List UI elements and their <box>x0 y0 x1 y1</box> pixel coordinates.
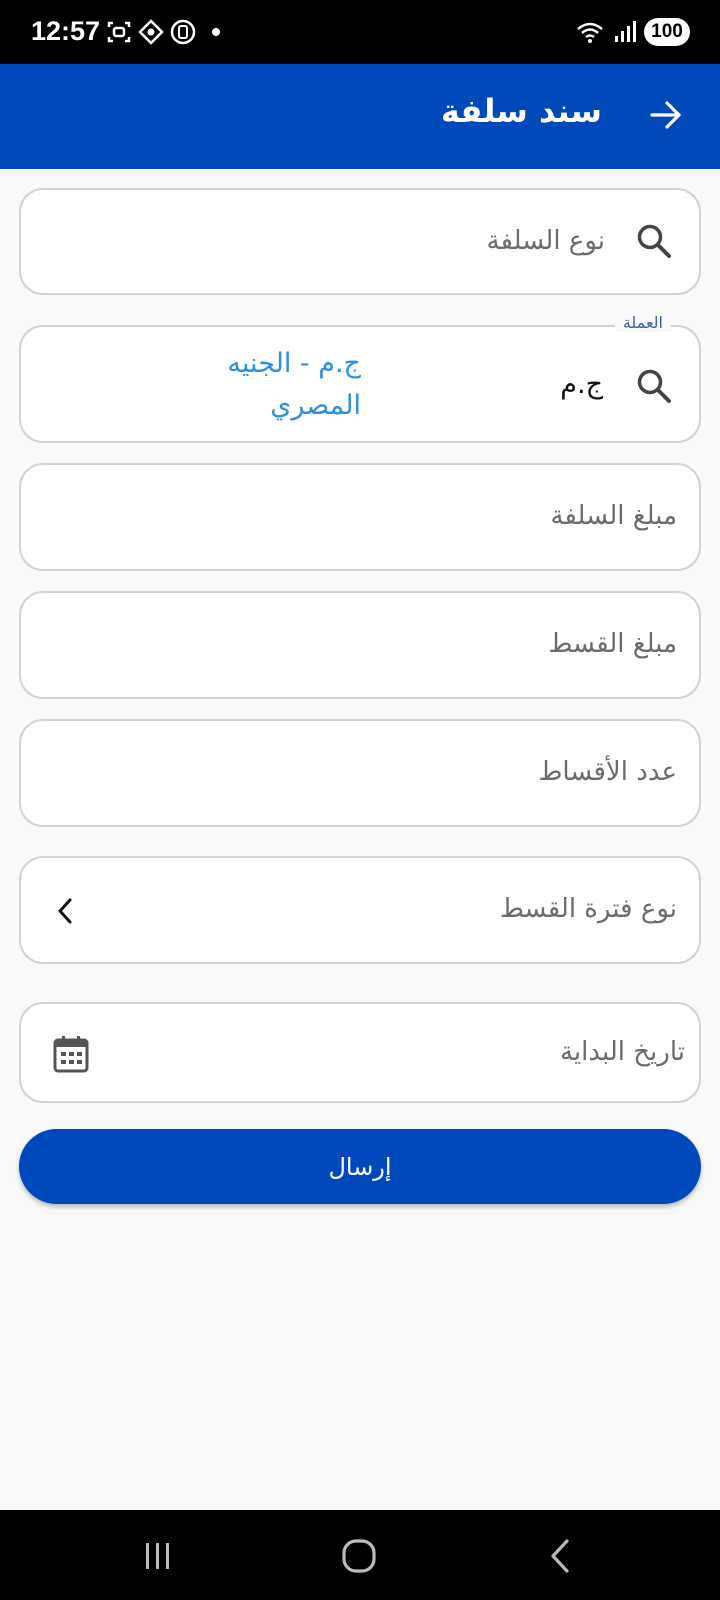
advance-amount-input[interactable]: مبلغ السلفة <box>19 463 701 571</box>
signal-icon <box>615 21 636 42</box>
currency-label: العملة <box>614 313 671 332</box>
screenshot-icon <box>107 21 131 43</box>
wifi-icon <box>577 22 603 43</box>
back-icon[interactable] <box>548 1538 572 1574</box>
advance-type-placeholder: نوع السلفة <box>486 226 606 256</box>
installment-amount-placeholder: مبلغ القسط <box>548 629 677 659</box>
battery-icon: 100 <box>644 18 690 46</box>
app-icon <box>170 19 196 45</box>
recent-apps-icon[interactable] <box>142 1540 174 1572</box>
home-icon[interactable] <box>341 1538 377 1574</box>
chevron-left-icon[interactable] <box>53 896 77 926</box>
installment-amount-input[interactable]: مبلغ القسط <box>19 591 701 699</box>
installment-period-select[interactable]: نوع فترة القسط <box>19 856 701 964</box>
currency-code: ج.م <box>560 369 603 400</box>
notification-dot <box>212 28 220 36</box>
installment-period-placeholder: نوع فترة القسط <box>499 894 677 924</box>
search-icon[interactable] <box>635 367 673 405</box>
currency-field[interactable]: العملة ج.م ج.م - الجنيه المصري <box>19 313 701 443</box>
start-date-placeholder: تاريخ البداية <box>559 1037 685 1067</box>
calendar-icon[interactable] <box>53 1035 89 1073</box>
system-nav-bar <box>0 1510 720 1600</box>
status-system-icons: 100 <box>576 18 690 46</box>
status-bar: 12:57 100 <box>0 0 720 64</box>
app-icon <box>138 19 164 45</box>
page-title: سند سلفة <box>440 92 602 130</box>
advance-type-field[interactable]: نوع السلفة <box>19 188 701 295</box>
submit-button[interactable]: إرسال <box>19 1129 701 1204</box>
start-date-field[interactable]: تاريخ البداية <box>19 1002 701 1103</box>
currency-name: ج.م - الجنيه المصري <box>227 348 361 421</box>
arrow-right-icon[interactable] <box>648 97 684 133</box>
search-icon[interactable] <box>635 222 673 260</box>
app-bar: سند سلفة <box>0 64 720 169</box>
status-time: 12:57 <box>31 16 101 46</box>
advance-amount-placeholder: مبلغ السلفة <box>550 501 677 531</box>
installments-count-input[interactable]: عدد الأقساط <box>19 719 701 827</box>
installments-count-placeholder: عدد الأقساط <box>538 757 677 787</box>
status-notification-icons <box>106 19 220 45</box>
